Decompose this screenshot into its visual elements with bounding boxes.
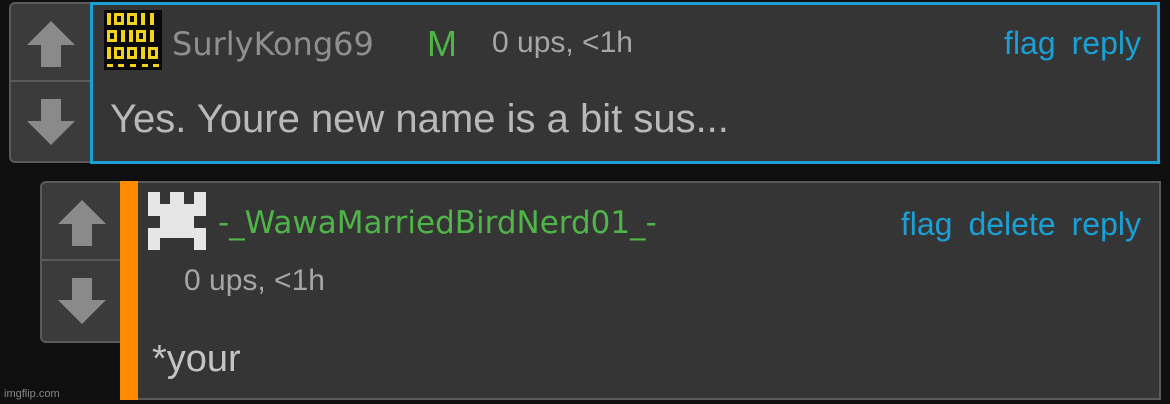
flag-link[interactable]: flag xyxy=(901,206,953,243)
comment-text: Yes. Youre new name is a bit sus... xyxy=(110,97,729,141)
reply-link[interactable]: reply xyxy=(1072,25,1141,62)
arrow-down-icon xyxy=(58,278,106,324)
comment-meta: 0 ups, <1h xyxy=(492,26,633,59)
reply-link[interactable]: reply xyxy=(1072,206,1141,243)
comment-actions: flag reply xyxy=(1004,25,1141,62)
upvote-button[interactable] xyxy=(42,183,122,263)
username[interactable]: SurlyKong69 xyxy=(172,25,374,63)
arrow-down-icon xyxy=(27,98,75,145)
pixel-glyph-icon xyxy=(148,192,206,250)
vote-column xyxy=(9,2,93,163)
delete-link[interactable]: delete xyxy=(968,206,1055,243)
arrow-up-icon xyxy=(27,21,75,67)
flag-link[interactable]: flag xyxy=(1004,25,1056,62)
downvote-button[interactable] xyxy=(11,80,91,161)
comment-meta: 0 ups, <1h xyxy=(184,264,325,297)
arrow-up-icon xyxy=(58,200,106,246)
watermark: imgflip.com xyxy=(4,388,60,400)
op-indicator-bar xyxy=(120,181,138,400)
username[interactable]: -_WawaMarriedBirdNerd01_- xyxy=(218,205,657,241)
vote-column xyxy=(40,181,124,343)
mod-badge: M xyxy=(427,23,457,64)
downvote-button[interactable] xyxy=(42,259,122,341)
upvote-button[interactable] xyxy=(11,4,91,84)
binary-code-icon xyxy=(104,10,162,70)
comment-text: *your xyxy=(152,338,241,380)
comment-actions: flag delete reply xyxy=(901,206,1141,243)
